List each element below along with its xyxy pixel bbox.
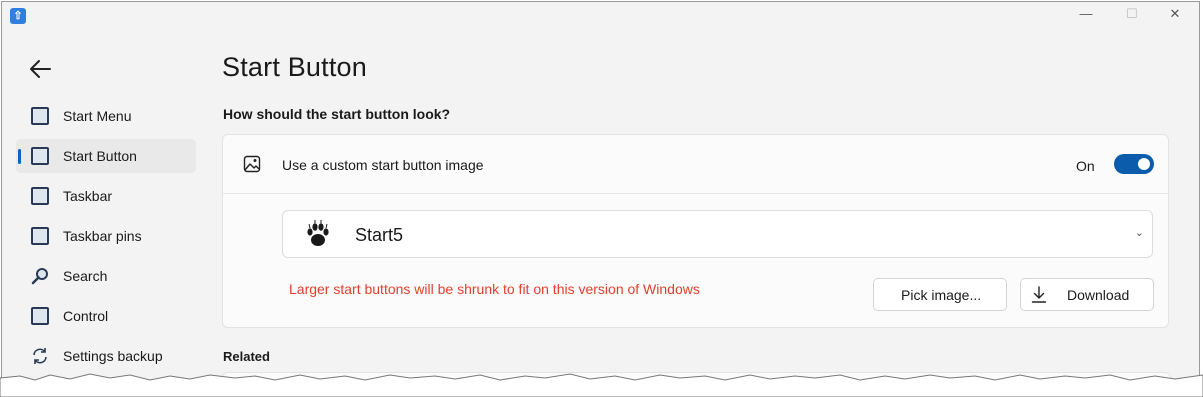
pick-image-label: Pick image...	[901, 287, 982, 303]
sidebar-item-taskbar-pins[interactable]: Taskbar pins	[16, 219, 196, 253]
download-icon	[1031, 286, 1047, 304]
sidebar-item-label: Taskbar pins	[63, 228, 142, 244]
close-button[interactable]: ✕	[1163, 6, 1187, 22]
page-title: Start Button	[222, 52, 367, 82]
chevron-down-icon: ⌄	[1134, 227, 1144, 239]
sidebar-item-control[interactable]: Control	[16, 299, 196, 333]
start-button-icon	[31, 147, 49, 165]
sidebar-item-label: Start Menu	[63, 108, 132, 124]
torn-edge-decoration	[0, 373, 1203, 397]
app-window: ⇧ — ☐ ✕ Start Menu Start Button Taskbar …	[1, 1, 1200, 387]
sidebar-item-search[interactable]: Search	[16, 259, 196, 293]
sidebar-item-label: Settings backup	[63, 348, 163, 364]
active-indicator	[18, 149, 21, 164]
taskbar-icon	[31, 187, 49, 205]
search-icon	[31, 267, 49, 285]
warning-text: Larger start buttons will be shrunk to f…	[289, 281, 700, 297]
dropdown-selected-value: Start5	[355, 225, 404, 245]
sidebar-item-label: Search	[63, 268, 108, 284]
taskbar-pins-icon	[31, 227, 49, 245]
card-divider	[223, 193, 1168, 194]
sidebar-item-start-menu[interactable]: Start Menu	[16, 99, 196, 133]
control-icon	[31, 307, 49, 325]
section-heading: How should the start button look?	[223, 106, 451, 122]
pick-image-button[interactable]: Pick image...	[873, 278, 1007, 311]
related-heading: Related	[223, 349, 270, 364]
sidebar-item-label: Taskbar	[63, 188, 113, 204]
custom-image-toggle[interactable]	[1114, 154, 1154, 174]
toggle-state-text: On	[1076, 158, 1095, 174]
start-button-dropdown[interactable]: Start5 ⌄	[282, 210, 1153, 258]
image-icon	[243, 155, 261, 173]
back-arrow-icon[interactable]	[28, 56, 54, 82]
download-button[interactable]: Download	[1020, 278, 1154, 311]
start-menu-icon	[31, 107, 49, 125]
toggle-knob	[1138, 158, 1150, 170]
sidebar-item-start-button[interactable]: Start Button	[16, 139, 196, 173]
sidebar-item-label: Control	[63, 308, 109, 324]
sync-icon	[31, 347, 49, 365]
minimize-button[interactable]: —	[1074, 6, 1098, 21]
custom-image-label: Use a custom start button image	[282, 157, 484, 173]
paw-print-icon	[303, 220, 333, 250]
sidebar-item-taskbar[interactable]: Taskbar	[16, 179, 196, 213]
maximize-button[interactable]: ☐	[1120, 6, 1144, 22]
sidebar-item-label: Start Button	[63, 148, 137, 164]
download-label: Download	[1067, 287, 1130, 303]
app-icon: ⇧	[10, 8, 26, 24]
start-button-settings-card: Use a custom start button image On Start…	[222, 134, 1169, 328]
